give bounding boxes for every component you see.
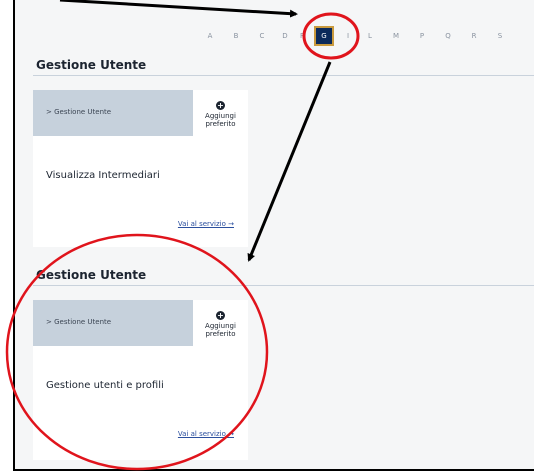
section-title: Gestione Utente xyxy=(36,58,147,72)
plus-circle-icon: + xyxy=(216,311,225,320)
add-favorite-button[interactable]: + Aggiungi preferito xyxy=(193,90,248,136)
letter-l[interactable]: L xyxy=(357,32,383,40)
favorite-label-line2: preferito xyxy=(205,120,236,128)
favorite-label-line1: Aggiungi xyxy=(205,322,236,330)
service-card: > Gestione Utente + Aggiungi preferito G… xyxy=(33,300,248,460)
breadcrumb-text: > Gestione Utente xyxy=(46,318,112,326)
letter-q[interactable]: Q xyxy=(435,32,461,40)
letter-m[interactable]: M xyxy=(383,32,409,40)
letter-p[interactable]: P xyxy=(409,32,435,40)
alphabet-filter: A B C D F G I L M P Q R S xyxy=(197,26,513,46)
add-favorite-button[interactable]: + Aggiungi preferito xyxy=(193,300,248,346)
go-to-service-link[interactable]: Vai al servizio → xyxy=(178,430,234,438)
section-divider xyxy=(33,285,534,286)
section-divider xyxy=(33,75,534,76)
card-breadcrumb: > Gestione Utente xyxy=(33,300,193,346)
section-title: Gestione Utente xyxy=(36,268,147,282)
favorite-label-line1: Aggiungi xyxy=(205,112,236,120)
letter-c[interactable]: C xyxy=(249,32,275,40)
letter-g-active[interactable]: G xyxy=(314,26,334,46)
card-title: Gestione utenti e profili xyxy=(46,380,164,391)
letter-b[interactable]: B xyxy=(223,32,249,40)
letter-f[interactable]: F xyxy=(295,32,309,40)
breadcrumb-text: > Gestione Utente xyxy=(46,108,112,116)
letter-r[interactable]: R xyxy=(461,32,487,40)
letter-d[interactable]: D xyxy=(275,32,295,40)
letter-s[interactable]: S xyxy=(487,32,513,40)
service-card: > Gestione Utente + Aggiungi preferito V… xyxy=(33,90,248,247)
letter-i[interactable]: I xyxy=(339,32,357,40)
go-to-service-link[interactable]: Vai al servizio → xyxy=(178,220,234,228)
letter-a[interactable]: A xyxy=(197,32,223,40)
card-title: Visualizza Intermediari xyxy=(46,170,160,181)
card-breadcrumb: > Gestione Utente xyxy=(33,90,193,136)
plus-circle-icon: + xyxy=(216,101,225,110)
favorite-label-line2: preferito xyxy=(205,330,236,338)
